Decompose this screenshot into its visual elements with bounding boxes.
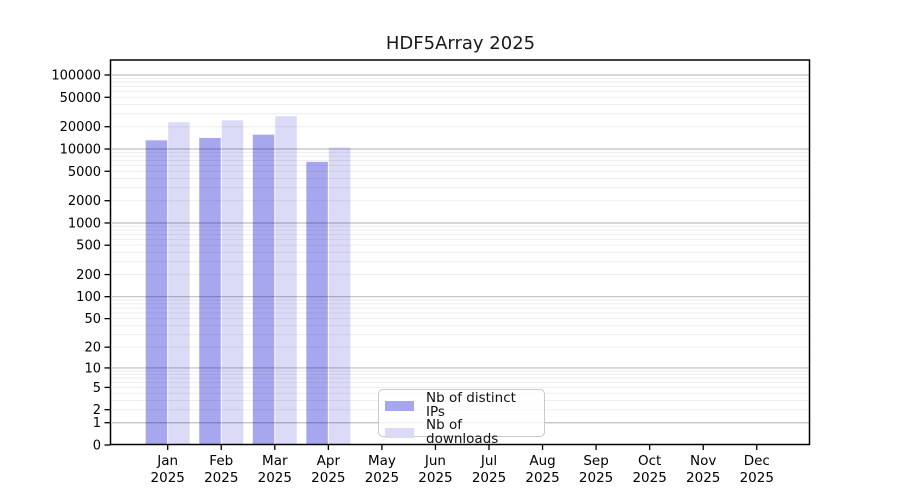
x-tick-label-year: 2025 bbox=[632, 470, 666, 486]
x-tick-label-year: 2025 bbox=[258, 470, 292, 486]
x-tick-label-month: Nov bbox=[690, 453, 716, 469]
x-tick-label-month: Jul bbox=[480, 453, 497, 469]
y-tick-label: 5000 bbox=[68, 165, 101, 180]
x-tick-label-month: Mar bbox=[262, 453, 288, 469]
x-tick-label-year: 2025 bbox=[525, 470, 559, 486]
y-tick-label: 2000 bbox=[68, 194, 101, 209]
x-tick-label-month: Oct bbox=[638, 453, 661, 469]
y-tick-label: 10000 bbox=[60, 142, 101, 157]
bar-distinct-ips bbox=[146, 140, 168, 444]
legend-swatch bbox=[385, 401, 414, 411]
y-tick-label: 50000 bbox=[60, 91, 101, 106]
x-tick-label-year: 2025 bbox=[418, 470, 452, 486]
bar-downloads bbox=[168, 122, 190, 444]
y-tick-label: 50 bbox=[84, 312, 101, 327]
x-tick-label-month: Aug bbox=[529, 453, 555, 469]
x-tick-label-month: Apr bbox=[317, 453, 341, 469]
y-tick-label: 20000 bbox=[60, 120, 101, 135]
legend-item: Nb of downloads bbox=[385, 419, 536, 446]
bar-distinct-ips bbox=[306, 162, 328, 445]
y-tick-label: 1 bbox=[93, 416, 101, 431]
bar-downloads bbox=[329, 147, 351, 444]
legend-label: Nb of distinct IPs bbox=[426, 392, 536, 419]
y-tick-label: 500 bbox=[76, 239, 101, 254]
x-tick-label-year: 2025 bbox=[472, 470, 506, 486]
y-tick-label: 0 bbox=[93, 439, 101, 454]
x-tick-label-year: 2025 bbox=[365, 470, 399, 486]
y-tick-label: 20 bbox=[84, 341, 101, 356]
legend: Nb of distinct IPs Nb of downloads bbox=[378, 389, 545, 437]
x-tick-label-year: 2025 bbox=[740, 470, 774, 486]
x-tick-label-year: 2025 bbox=[204, 470, 238, 486]
y-tick-label: 2 bbox=[93, 403, 101, 418]
y-tick-label: 100000 bbox=[51, 68, 101, 83]
y-tick-label: 100 bbox=[76, 290, 101, 305]
x-tick-label-month: Jun bbox=[424, 453, 446, 469]
legend-label: Nb of downloads bbox=[426, 419, 536, 446]
x-tick-label-month: Sep bbox=[583, 453, 608, 469]
x-tick-label-month: Jan bbox=[156, 453, 178, 469]
x-tick-label-year: 2025 bbox=[579, 470, 613, 486]
x-tick-label-month: Dec bbox=[744, 453, 770, 469]
x-tick-label-year: 2025 bbox=[686, 470, 720, 486]
x-tick-label-year: 2025 bbox=[151, 470, 185, 486]
x-tick-label-month: Feb bbox=[209, 453, 233, 469]
x-tick-label-month: May bbox=[368, 453, 396, 469]
bar-distinct-ips bbox=[199, 138, 221, 445]
legend-swatch bbox=[385, 428, 414, 438]
x-tick-label-year: 2025 bbox=[311, 470, 345, 486]
bar-distinct-ips bbox=[253, 135, 274, 445]
y-tick-label: 200 bbox=[76, 268, 101, 283]
y-tick-label: 5 bbox=[93, 381, 101, 396]
figure: 0 12 5 10 20 50 100 200 500 1000 2000 5000 10000 2000… bbox=[0, 0, 900, 500]
legend-item: Nb of distinct IPs bbox=[385, 392, 536, 419]
bar-downloads bbox=[222, 120, 244, 444]
chart-title: HDF5Array 2025 bbox=[111, 33, 810, 54]
y-tick-label: 1000 bbox=[68, 216, 101, 231]
y-tick-label: 10 bbox=[84, 361, 101, 376]
